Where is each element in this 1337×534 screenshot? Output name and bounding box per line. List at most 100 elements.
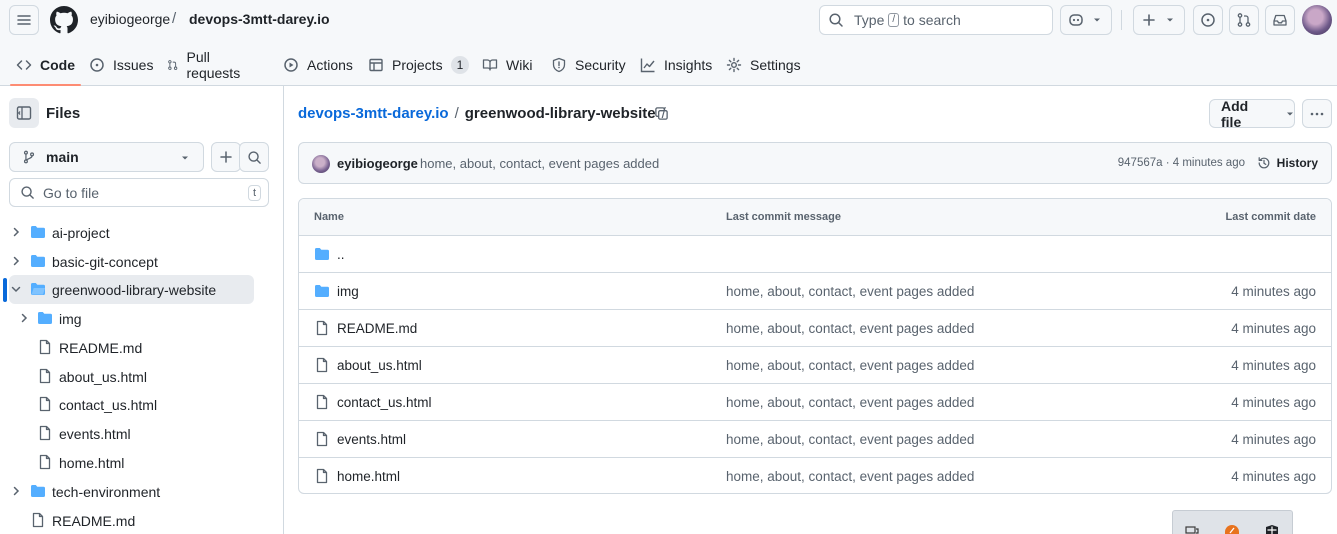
kebab-horizontal-icon [1310,112,1324,115]
tab-pull-requests[interactable]: Pull requests [167,44,245,86]
row-commit-message[interactable]: home, about, contact, event pages added [726,358,974,373]
user-avatar[interactable] [1302,5,1332,35]
col-commit-date-header: Last commit date [1225,211,1316,223]
row-file-name[interactable]: .. [337,247,345,262]
path-repo-link[interactable]: devops-3mtt-darey.io [298,105,449,122]
row-file-name[interactable]: README.md [337,321,417,336]
search-icon [21,186,34,199]
row-commit-date: 4 minutes ago [1231,395,1316,410]
row-commit-message[interactable]: home, about, contact, event pages added [726,432,974,447]
hamburger-menu-button[interactable] [9,5,39,35]
branch-name: main [46,149,79,165]
row-commit-message[interactable]: home, about, contact, event pages added [726,321,974,336]
tree-folder-greenwood-library-website[interactable]: greenwood-library-website [9,275,254,304]
row-commit-message[interactable]: home, about, contact, event pages added [726,284,974,299]
tab-issues[interactable]: Issues [89,44,153,86]
collapse-sidebar-button[interactable] [9,98,39,128]
copy-path-icon[interactable] [654,106,669,121]
tab-code[interactable]: Code [10,44,81,86]
tab-settings[interactable]: Settings [726,44,801,86]
file-icon [316,320,328,336]
chevron-right-icon [13,486,20,496]
chevron-right-icon [13,256,20,266]
add-file-dropdown-button[interactable]: Add file [1209,98,1295,130]
shield-tray-icon[interactable] [1265,525,1279,534]
branch-selector[interactable]: main [9,142,204,172]
path-current-folder: greenwood-library-website [464,105,656,122]
tab-actions[interactable]: Actions [283,44,353,86]
file-icon [316,468,328,484]
tab-projects[interactable]: Projects 1 [368,44,470,86]
history-label: History [1276,156,1318,170]
commit-author-avatar[interactable] [312,155,330,173]
play-circle-icon [284,58,298,72]
row-file-name[interactable]: img [337,284,359,299]
row-file-name[interactable]: about_us.html [337,358,422,373]
search-icon [829,13,843,27]
tree-folder-ai-project[interactable]: ai-project [0,218,284,247]
tree-file-about-us[interactable]: about_us.html [0,362,284,391]
add-file-button[interactable] [211,142,241,172]
tree-file-root-readme[interactable]: README.md [0,506,284,534]
tree-file-contact-us[interactable]: contact_us.html [0,390,284,419]
tree-item-label: greenwood-library-website [52,282,217,298]
row-file-name[interactable]: contact_us.html [337,395,432,410]
app-tray-icon[interactable] [1225,525,1239,534]
commit-message[interactable]: home, about, contact, event pages added [420,156,659,171]
tab-insights-label: Insights [664,57,713,73]
tab-wiki[interactable]: Wiki [482,44,532,86]
row-commit-date: 4 minutes ago [1231,469,1316,484]
tree-item-label: basic-git-concept [52,254,158,270]
tab-insights[interactable]: Insights [640,44,712,86]
table-row[interactable]: README.md home, about, contact, event pa… [299,310,1331,347]
network-icon[interactable] [1185,525,1199,534]
table-row[interactable]: .. [299,236,1331,273]
tree-folder-tech-environment[interactable]: tech-environment [0,477,284,506]
table-row[interactable]: about_us.html home, about, contact, even… [299,347,1331,384]
row-commit-message[interactable]: home, about, contact, event pages added [726,469,974,484]
row-file-name[interactable]: events.html [337,432,406,447]
file-icon [39,339,51,355]
selected-item-indicator [3,278,7,302]
chevron-right-icon [21,313,28,323]
issues-button[interactable] [1193,5,1223,35]
more-options-button[interactable] [1302,99,1332,128]
file-icon [39,454,51,470]
tree-item-label: ai-project [52,225,110,241]
table-row[interactable]: contact_us.html home, about, contact, ev… [299,384,1331,421]
table-row[interactable]: img home, about, contact, event pages ad… [299,273,1331,310]
git-pull-request-icon [1237,13,1251,27]
breadcrumb-owner[interactable]: eyibiogeorge [90,11,170,27]
history-button[interactable]: History [1257,156,1318,170]
tree-file-readme[interactable]: README.md [0,333,284,362]
chevron-down-icon [1287,112,1294,115]
row-commit-message[interactable]: home, about, contact, event pages added [726,395,974,410]
global-search-input[interactable]: Type / to search [819,5,1053,35]
commit-author[interactable]: eyibiogeorge [337,156,418,171]
breadcrumb-repo[interactable]: devops-3mtt-darey.io [189,11,330,27]
table-row[interactable]: home.html home, about, contact, event pa… [299,458,1331,493]
pull-requests-button[interactable] [1229,5,1259,35]
tab-security[interactable]: Security [551,44,626,86]
tab-security-label: Security [575,57,626,73]
tree-file-events[interactable]: events.html [0,419,284,448]
search-prefix: Type [854,12,885,28]
git-pull-request-icon [168,60,178,70]
row-commit-date: 4 minutes ago [1231,321,1316,336]
github-logo-icon[interactable] [50,6,78,34]
table-row[interactable]: events.html home, about, contact, event … [299,421,1331,458]
commit-sha-time[interactable]: 947567a · 4 minutes ago [1118,157,1245,169]
tree-folder-img[interactable]: img [0,304,284,333]
chevron-right-icon [13,227,20,237]
search-files-button[interactable] [239,142,269,172]
tree-folder-basic-git-concept[interactable]: basic-git-concept [0,247,284,276]
tab-projects-label: Projects [392,57,443,73]
go-to-file-input[interactable]: Go to file t [9,178,269,207]
copilot-button[interactable] [1060,5,1112,35]
inbox-button[interactable] [1265,5,1295,35]
row-file-name[interactable]: home.html [337,469,400,484]
folder-icon [38,312,52,324]
code-icon [16,60,32,70]
create-new-button[interactable] [1133,5,1185,35]
tree-file-home[interactable]: home.html [0,448,284,477]
